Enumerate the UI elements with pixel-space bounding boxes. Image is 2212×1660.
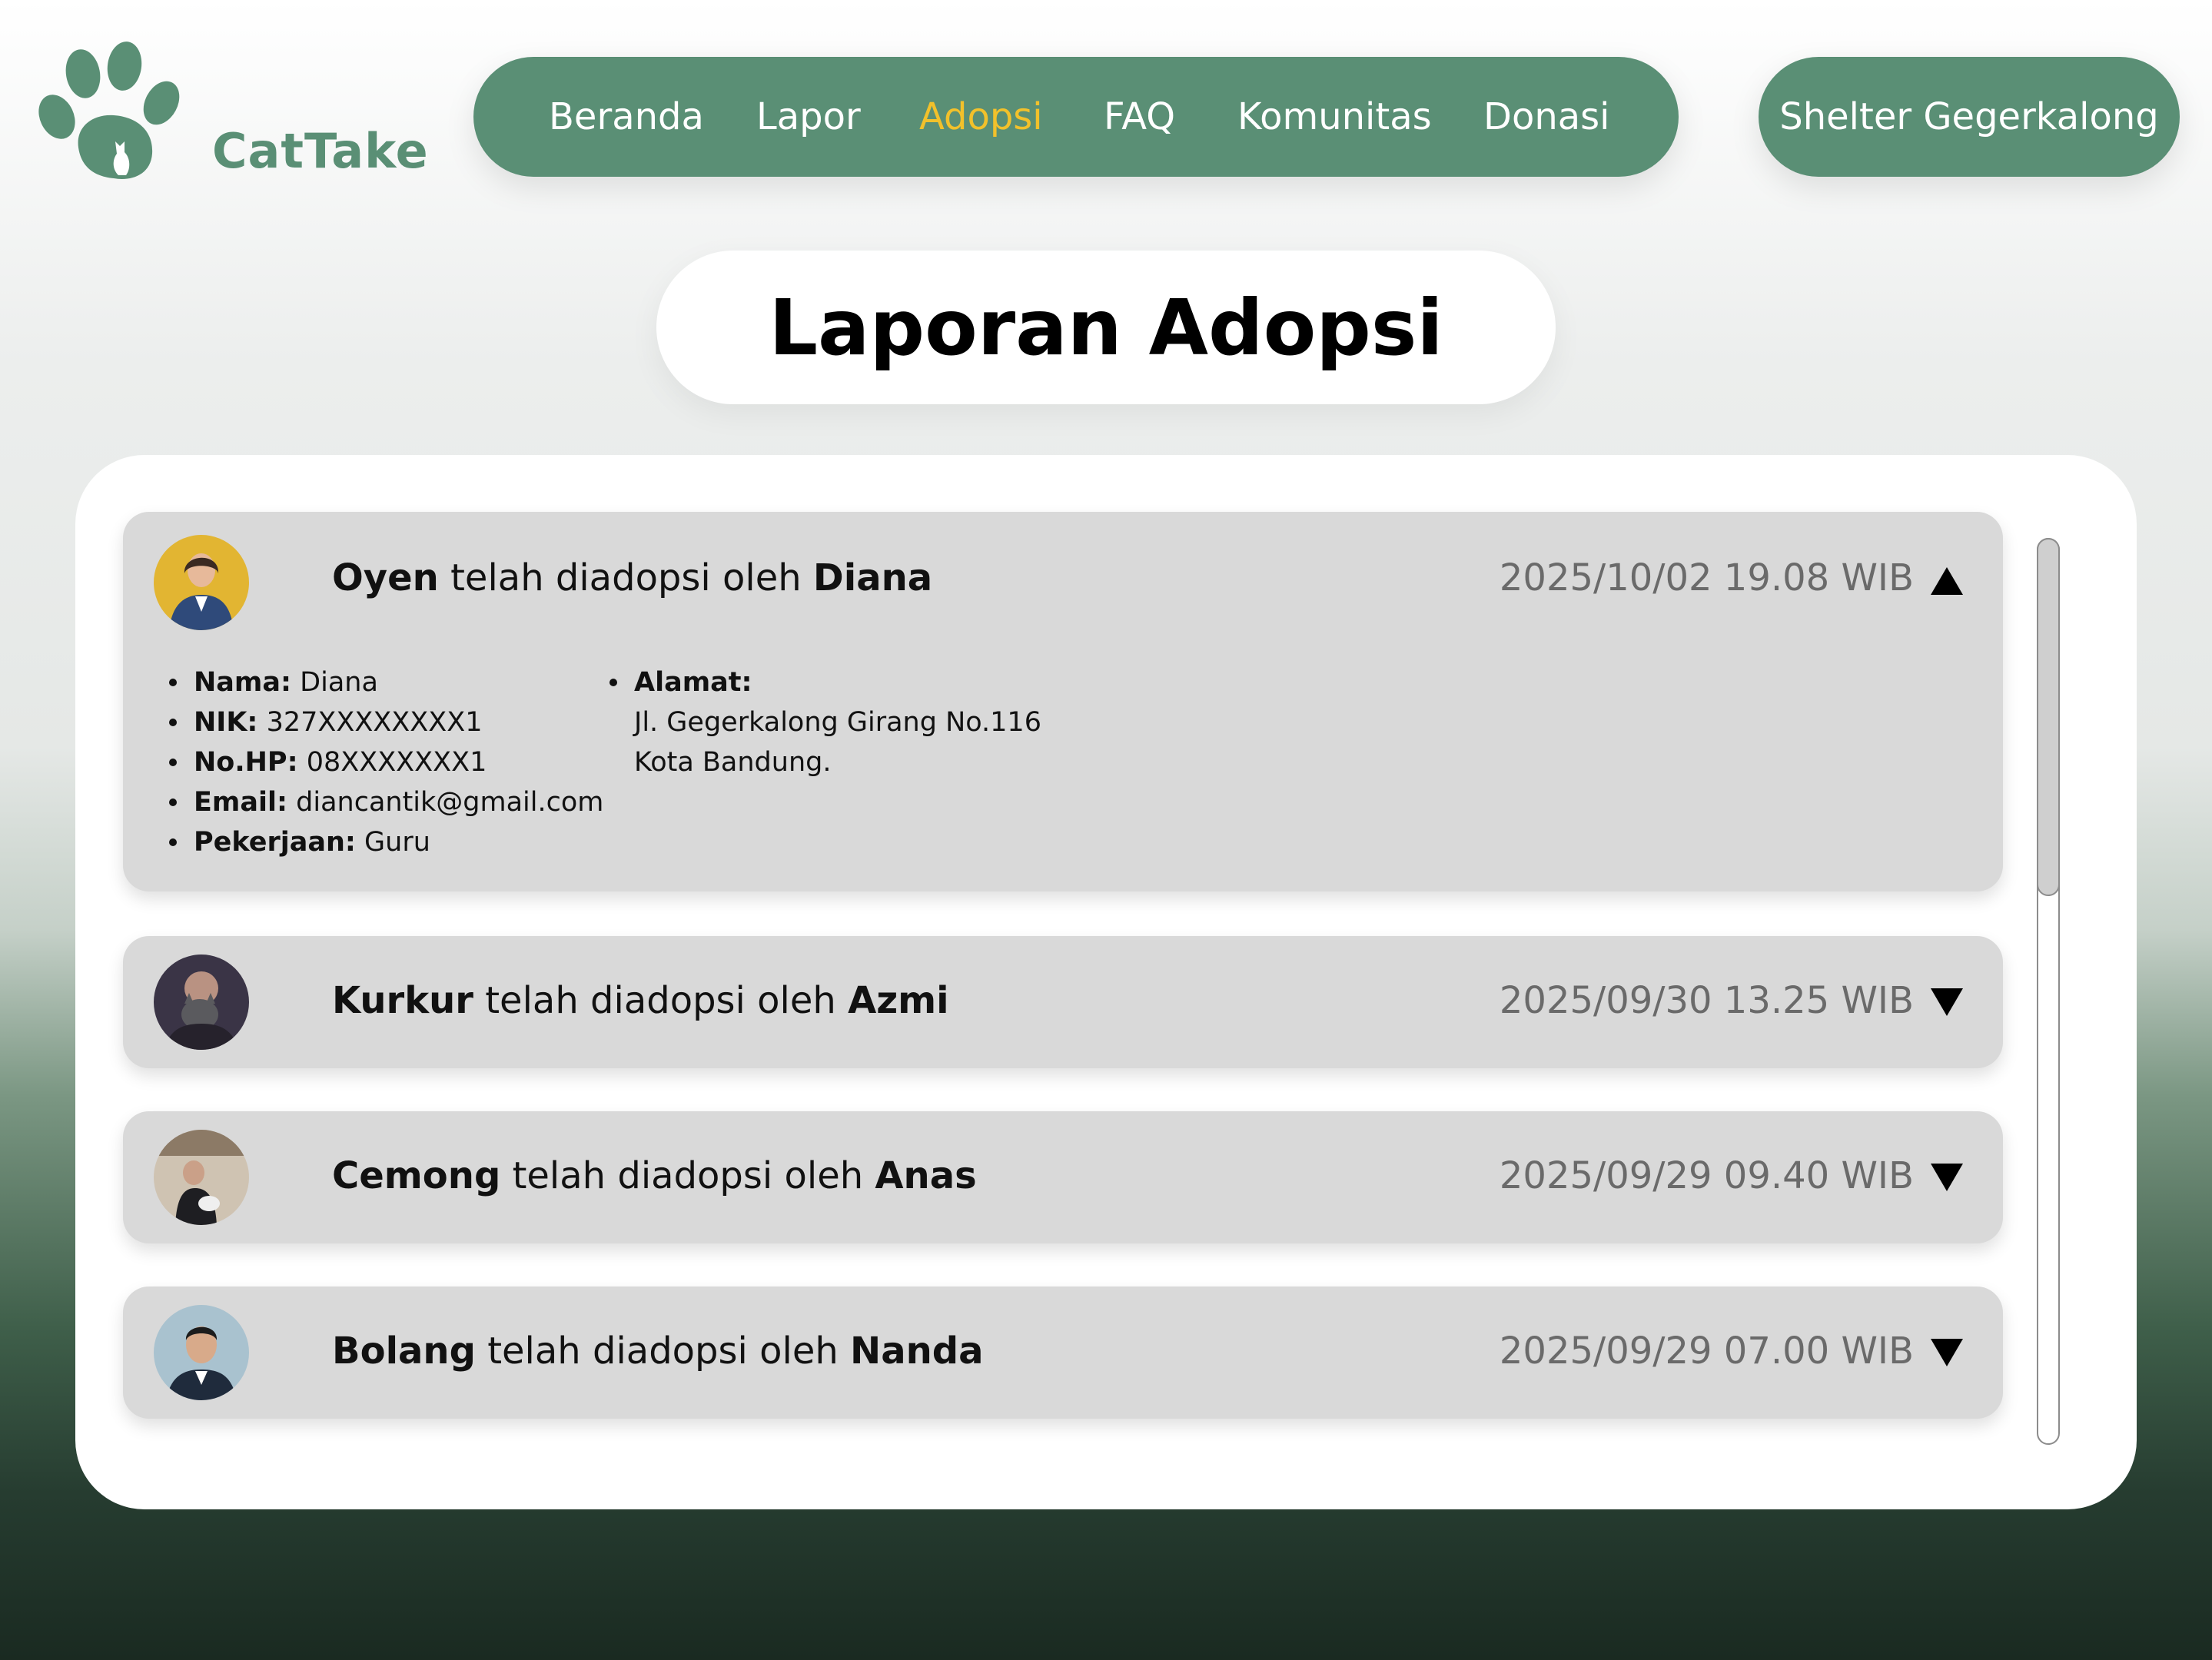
- detail-label: No.HP:: [194, 747, 298, 778]
- list-item: No.HP: 08XXXXXXX1: [168, 742, 603, 782]
- list-item: Email: diancantik@gmail.com: [168, 782, 604, 822]
- adoption-entry[interactable]: Kurkur telah diadopsi oleh Azmi 2025/09/…: [123, 936, 2003, 1068]
- triangle-up-icon[interactable]: [1929, 566, 1965, 596]
- adoption-entry[interactable]: Oyen telah diadopsi oleh Diana 2025/10/0…: [123, 512, 2003, 891]
- nav-item-adopsi[interactable]: Adopsi: [919, 95, 1043, 138]
- entry-timestamp: 2025/09/29 07.00 WIB: [1499, 1330, 1914, 1373]
- adopter-name: Anas: [875, 1154, 977, 1197]
- avatar: [154, 535, 249, 630]
- adoption-entry[interactable]: Bolang telah diadopsi oleh Nanda 2025/09…: [123, 1286, 2003, 1419]
- cat-name: Cemong: [332, 1154, 501, 1197]
- shelter-button[interactable]: Shelter Gegerkalong: [1759, 57, 2180, 177]
- paw-cat-icon: [38, 42, 180, 179]
- entry-headline: Bolang telah diadopsi oleh Nanda: [332, 1330, 984, 1373]
- adopter-name: Diana: [812, 556, 933, 599]
- detail-label: NIK:: [194, 707, 258, 738]
- detail-label: Email:: [194, 787, 287, 818]
- nav-item-donasi[interactable]: Donasi: [1483, 95, 1610, 138]
- headline-connector: telah diadopsi oleh: [512, 1154, 864, 1197]
- entry-headline: Oyen telah diadopsi oleh Diana: [332, 556, 932, 599]
- detail-label: Alamat:: [634, 667, 752, 698]
- entry-timestamp: 2025/09/30 13.25 WIB: [1499, 979, 1914, 1022]
- detail-label: Pekerjaan:: [194, 827, 356, 858]
- adopter-address-list: Alamat: Jl. Gegerkalong Girang No.116 Ko…: [609, 662, 1041, 782]
- entry-timestamp: 2025/09/29 09.40 WIB: [1499, 1154, 1914, 1197]
- headline-connector: telah diadopsi oleh: [450, 556, 802, 599]
- adopter-name: Azmi: [848, 979, 949, 1022]
- cat-name: Kurkur: [332, 979, 473, 1022]
- address-line: Kota Bandung.: [634, 747, 832, 778]
- nav-item-beranda[interactable]: Beranda: [549, 95, 704, 138]
- detail-value-nama: Diana: [300, 667, 378, 698]
- avatar: [154, 1305, 249, 1400]
- avatar: [154, 954, 249, 1050]
- entry-timestamp: 2025/10/02 19.08 WIB: [1499, 556, 1914, 599]
- nav-item-lapor[interactable]: Lapor: [756, 95, 861, 138]
- entry-headline: Cemong telah diadopsi oleh Anas: [332, 1154, 977, 1197]
- triangle-down-icon[interactable]: [1929, 1337, 1965, 1368]
- list-item: NIK: 327XXXXXXXX1: [168, 702, 603, 742]
- list-item: Pekerjaan: Guru: [168, 822, 603, 862]
- brand-name: CatTake: [212, 123, 429, 179]
- detail-value-email: diancantik@gmail.com: [296, 787, 604, 818]
- nav-item-faq[interactable]: FAQ: [1104, 95, 1175, 138]
- triangle-down-icon[interactable]: [1929, 987, 1965, 1018]
- detail-value-nik: 327XXXXXXXX1: [266, 707, 483, 738]
- cat-name: Oyen: [332, 556, 439, 599]
- adopter-name: Nanda: [850, 1330, 984, 1373]
- avatar: [154, 1130, 249, 1225]
- headline-connector: telah diadopsi oleh: [485, 979, 836, 1022]
- detail-value-hp: 08XXXXXXX1: [306, 747, 487, 778]
- entry-headline: Kurkur telah diadopsi oleh Azmi: [332, 979, 949, 1022]
- address-line: Jl. Gegerkalong Girang No.116: [634, 707, 1041, 738]
- headline-connector: telah diadopsi oleh: [487, 1330, 839, 1373]
- adoption-entry[interactable]: Cemong telah diadopsi oleh Anas 2025/09/…: [123, 1111, 2003, 1243]
- nav-item-komunitas[interactable]: Komunitas: [1237, 95, 1432, 138]
- scrollbar-thumb[interactable]: [2037, 538, 2060, 896]
- page-title: Laporan Adopsi: [769, 282, 1443, 373]
- triangle-down-icon[interactable]: [1929, 1162, 1965, 1193]
- list-item: Alamat: Jl. Gegerkalong Girang No.116 Ko…: [609, 662, 1041, 782]
- brand-logo[interactable]: CatTake: [38, 40, 428, 179]
- scrollbar-track[interactable]: [2037, 538, 2060, 1445]
- list-item: Nama: Diana: [168, 662, 603, 702]
- page-title-container: Laporan Adopsi: [656, 251, 1556, 404]
- cat-name: Bolang: [332, 1330, 476, 1373]
- adopter-info-list: Nama: Diana NIK: 327XXXXXXXX1 No.HP: 08X…: [168, 662, 604, 862]
- detail-label: Nama:: [194, 667, 291, 698]
- main-nav: Beranda Lapor Adopsi FAQ Komunitas Donas…: [473, 57, 1679, 177]
- adoption-report-panel: Oyen telah diadopsi oleh Diana 2025/10/0…: [75, 455, 2137, 1509]
- detail-value-pekerjaan: Guru: [364, 827, 430, 858]
